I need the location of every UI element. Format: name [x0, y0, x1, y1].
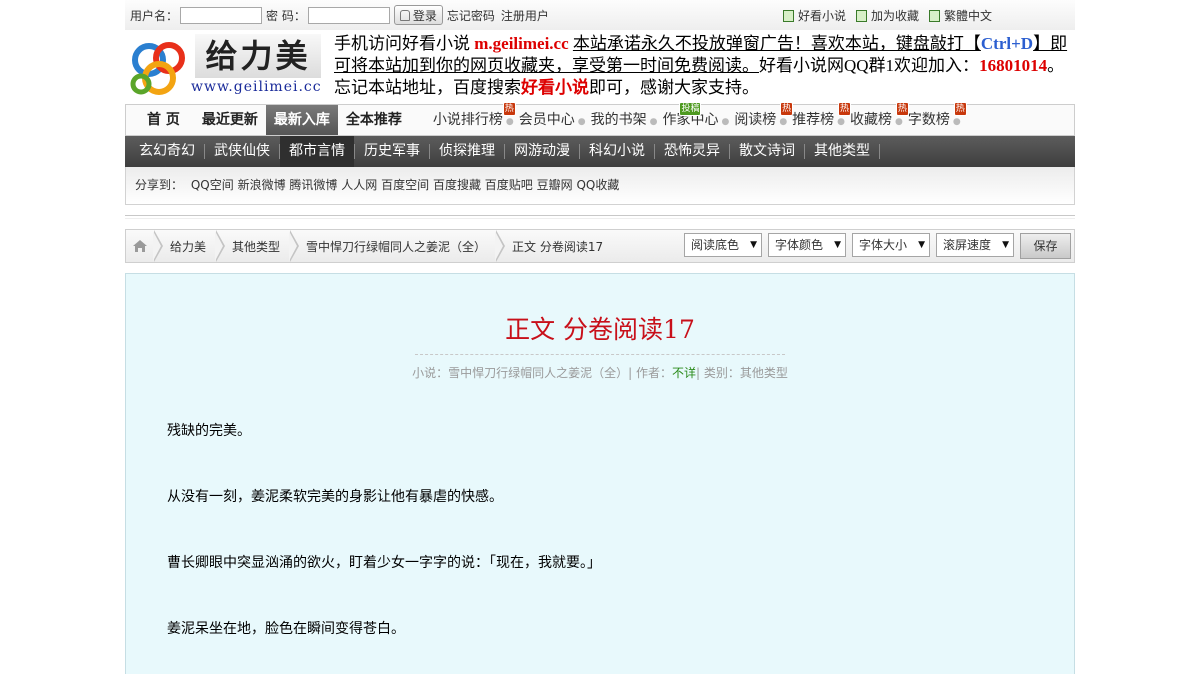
- site-notice: 手机访问好看小说 m.geilimei.cc 本站承诺永久不投放弹窗广告！喜欢本…: [334, 34, 1068, 97]
- nav-sub-author[interactable]: 作家中心 投稿 ●: [661, 102, 733, 135]
- phone-icon: [783, 9, 794, 22]
- breadcrumb-category[interactable]: 其他类型: [225, 238, 290, 255]
- page: 用户名： 密 码： 登录 忘记密码 注册用户 好看小说 加为收藏 繁體中文 给力…: [125, 0, 1075, 674]
- nav-tab-home[interactable]: 首 页: [126, 105, 194, 135]
- category-item-active[interactable]: 都市言情: [280, 136, 354, 167]
- category-item[interactable]: 玄幻奇幻: [130, 136, 204, 167]
- nav-sub-words[interactable]: 字数榜热 ●: [907, 102, 967, 135]
- share-item[interactable]: 百度搜藏: [433, 178, 481, 192]
- login-button[interactable]: 登录: [393, 5, 443, 25]
- nav-tab-new[interactable]: 最新入库: [265, 105, 338, 135]
- reader-tools: 阅读底色 字体颜色 字体大小 滚屏速度 保存: [684, 233, 1071, 259]
- hot-badge: 热: [953, 102, 967, 116]
- nav-sub-recommend[interactable]: 推荐榜热 ●: [791, 102, 852, 135]
- share-item[interactable]: 腾讯微博: [289, 178, 337, 192]
- top-link-favorite[interactable]: 加为收藏: [856, 7, 919, 24]
- chapter-title: 正文 分卷阅读17: [505, 315, 695, 344]
- top-bar: 用户名： 密 码： 登录 忘记密码 注册用户 好看小说 加为收藏 繁體中文: [125, 0, 1075, 30]
- category-item[interactable]: 恐怖灵异: [655, 136, 729, 167]
- nav-sub-collect[interactable]: 收藏榜热 ●: [849, 102, 909, 135]
- paragraph: 曹长卿眼中突显汹涌的欲火，盯着少女一字字的说：「现在，我就要。」: [167, 555, 601, 571]
- nav-sub-rank[interactable]: 小说排行榜热 ●: [432, 102, 518, 135]
- header: 给力美 www.geilimei.cc 手机访问好看小说 m.geilimei.…: [125, 30, 1075, 104]
- category-item[interactable]: 科幻小说: [580, 136, 654, 167]
- breadcrumb-chapter: 正文 分卷阅读17: [512, 239, 604, 254]
- scroll-speed-select[interactable]: 滚屏速度: [936, 233, 1014, 257]
- share-item[interactable]: 新浪微博: [238, 178, 286, 192]
- bookmark-key: Ctrl+D: [980, 34, 1034, 53]
- chapter-info: 小说：雪中悍刀行绿帽同人之姜泥（全）| 作者：不详| 类别：其他类型: [412, 366, 788, 380]
- lock-icon: [399, 9, 410, 21]
- paragraph: 残缺的完美。: [167, 423, 251, 439]
- category-item[interactable]: 武侠仙侠: [205, 136, 279, 167]
- username-input[interactable]: [180, 6, 263, 24]
- mobile-site[interactable]: m.geilimei.cc: [474, 34, 568, 53]
- nav-sub-read[interactable]: 阅读榜热 ●: [733, 102, 794, 135]
- share-bar: 分享到： QQ空间 新浪微博 腾讯微博 人人网 百度空间 百度搜藏 百度贴吧 豆…: [125, 167, 1075, 205]
- folder-icon: [856, 9, 868, 22]
- share-label: 分享到：: [135, 178, 184, 192]
- doc-icon: [929, 9, 941, 22]
- share-item[interactable]: 百度空间: [381, 178, 429, 192]
- category-item[interactable]: 侦探推理: [430, 136, 504, 167]
- main-nav: 首 页 最近更新 最新入库 全本推荐 小说排行榜热 ● 会员中心 ● 我的书架 ● 作…: [125, 102, 1075, 136]
- breadcrumb-novel[interactable]: 雪中悍刀行绿帽同人之姜泥（全）: [299, 238, 496, 255]
- breadcrumb: 给力美 其他类型 雪中悍刀行绿帽同人之姜泥（全） 正文 分卷阅读17 阅读底色 …: [125, 229, 1075, 263]
- breadcrumb-site[interactable]: 给力美: [163, 238, 216, 255]
- qq-group: 16801014: [979, 56, 1048, 75]
- site-logo[interactable]: 给力美 www.geilimei.cc: [129, 34, 322, 96]
- top-link-home[interactable]: 好看小说: [783, 7, 846, 24]
- novel-type: 其他类型: [739, 366, 788, 380]
- nav-tab-recent[interactable]: 最近更新: [194, 105, 266, 135]
- share-item[interactable]: 豆瓣网: [537, 178, 573, 192]
- share-item[interactable]: 人人网: [341, 178, 377, 192]
- category-nav: 玄幻奇幻 武侠仙侠 都市言情 历史军事 侦探推理 网游动漫 科幻小说 恐怖灵异 …: [125, 136, 1075, 167]
- login-form: 用户名： 密 码： 登录 忘记密码 注册用户: [130, 5, 555, 25]
- category-item[interactable]: 其他类型: [805, 136, 879, 167]
- novel-name: 雪中悍刀行绿帽同人之姜泥（全）: [448, 366, 629, 380]
- font-size-select[interactable]: 字体大小: [852, 233, 930, 257]
- nav-sub-bookshelf[interactable]: 我的书架 ●: [590, 105, 662, 135]
- register-link[interactable]: 注册用户: [501, 7, 549, 24]
- nav-tab-complete[interactable]: 全本推荐: [338, 105, 410, 135]
- category-item[interactable]: 历史军事: [355, 136, 429, 167]
- paragraph: 姜泥呆坐在地，脸色在瞬间变得苍白。: [167, 621, 405, 637]
- save-button[interactable]: 保存: [1020, 233, 1071, 259]
- password-input[interactable]: [307, 6, 390, 24]
- logo-circles-icon: [130, 42, 185, 95]
- logo-url: www.geilimei.cc: [191, 79, 322, 95]
- home-icon[interactable]: [126, 230, 154, 262]
- logo-title: 给力美: [195, 34, 321, 78]
- share-item[interactable]: QQ空间: [191, 178, 234, 192]
- top-links: 好看小说 加为收藏 繁體中文: [783, 7, 1002, 24]
- password-label: 密 码：: [266, 8, 306, 23]
- top-link-traditional[interactable]: 繁體中文: [929, 7, 992, 24]
- divider: [125, 215, 1075, 219]
- share-item[interactable]: 百度贴吧: [485, 178, 533, 192]
- author-link[interactable]: 不详: [672, 366, 696, 380]
- title-divider: [415, 354, 785, 355]
- font-color-select[interactable]: 字体颜色: [768, 233, 846, 257]
- forgot-password-link[interactable]: 忘记密码: [447, 7, 495, 24]
- nav-sub-member[interactable]: 会员中心 ●: [518, 105, 590, 135]
- username-label: 用户名：: [130, 8, 179, 23]
- chapter-content: 正文 分卷阅读17 小说：雪中悍刀行绿帽同人之姜泥（全）| 作者：不详| 类别：…: [125, 273, 1075, 674]
- submit-badge: 投稿: [679, 102, 702, 116]
- hot-badge: 热: [502, 102, 516, 116]
- bg-color-select[interactable]: 阅读底色: [684, 233, 762, 257]
- paragraph: 从没有一刻，姜泥柔软完美的身影让他有暴虐的快感。: [167, 489, 503, 505]
- share-item[interactable]: QQ收藏: [576, 178, 619, 192]
- category-item[interactable]: 网游动漫: [505, 136, 579, 167]
- category-item[interactable]: 散文诗词: [730, 136, 804, 167]
